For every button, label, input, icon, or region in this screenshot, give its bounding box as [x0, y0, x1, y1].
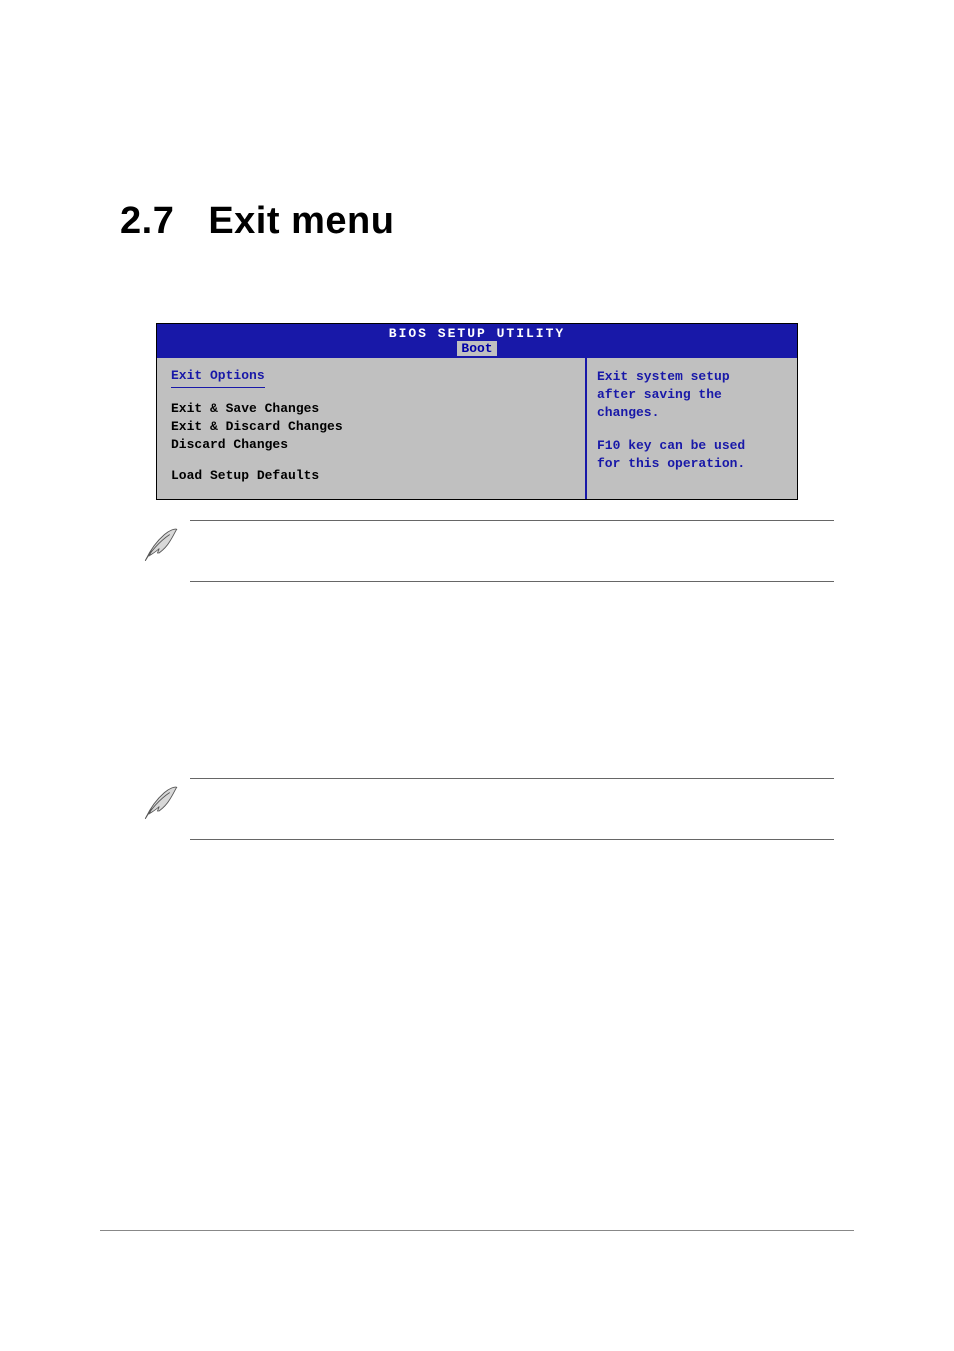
help-text: changes.	[597, 404, 787, 422]
note-text-area	[190, 778, 834, 840]
bios-title: BIOS SETUP UTILITY	[157, 324, 797, 341]
section-title-text: Exit menu	[208, 200, 394, 242]
bios-left-pane: Exit Options Exit & Save Changes Exit & …	[157, 358, 587, 499]
bios-tab-row: Boot	[157, 341, 797, 358]
feather-icon	[140, 520, 190, 571]
note-block	[140, 520, 834, 582]
exit-options-heading: Exit Options	[171, 368, 265, 388]
section-number: 2.7	[120, 200, 174, 242]
bios-screenshot: BIOS SETUP UTILITY Boot Exit Options Exi…	[156, 323, 798, 500]
help-text: after saving the	[597, 386, 787, 404]
section-heading: 2.7 Exit menu	[120, 200, 834, 243]
bios-help-pane: Exit system setup after saving the chang…	[587, 358, 797, 499]
bios-active-tab: Boot	[457, 341, 496, 356]
note-text-area	[190, 520, 834, 582]
exit-option-item: Discard Changes	[171, 436, 571, 454]
exit-option-item: Exit & Discard Changes	[171, 418, 571, 436]
feather-icon	[140, 778, 190, 829]
note-block	[140, 778, 834, 840]
page-footer-rule	[100, 1230, 854, 1243]
help-text: for this operation.	[597, 455, 787, 473]
help-text: F10 key can be used	[597, 437, 787, 455]
exit-option-item: Load Setup Defaults	[171, 467, 571, 485]
help-text: Exit system setup	[597, 368, 787, 386]
exit-option-item: Exit & Save Changes	[171, 400, 571, 418]
